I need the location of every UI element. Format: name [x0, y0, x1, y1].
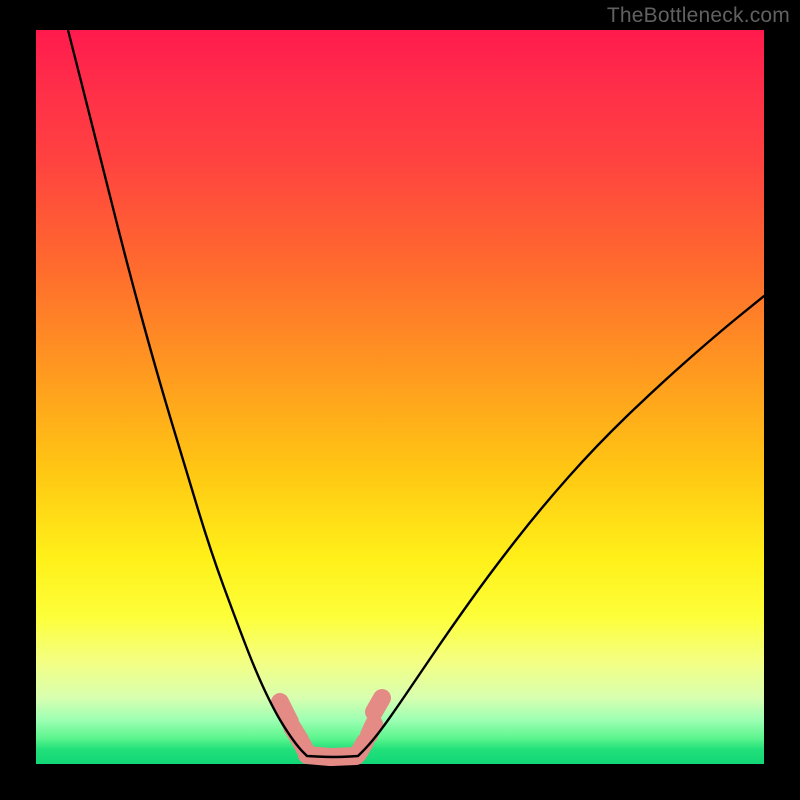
plot-area — [36, 30, 764, 764]
chart-frame: TheBottleneck.com — [0, 0, 800, 800]
curve-layer — [36, 30, 764, 764]
marker-segment — [374, 698, 382, 712]
bottleneck-curve — [68, 30, 764, 757]
watermark-text: TheBottleneck.com — [607, 4, 790, 28]
marker-segment — [369, 724, 374, 735]
